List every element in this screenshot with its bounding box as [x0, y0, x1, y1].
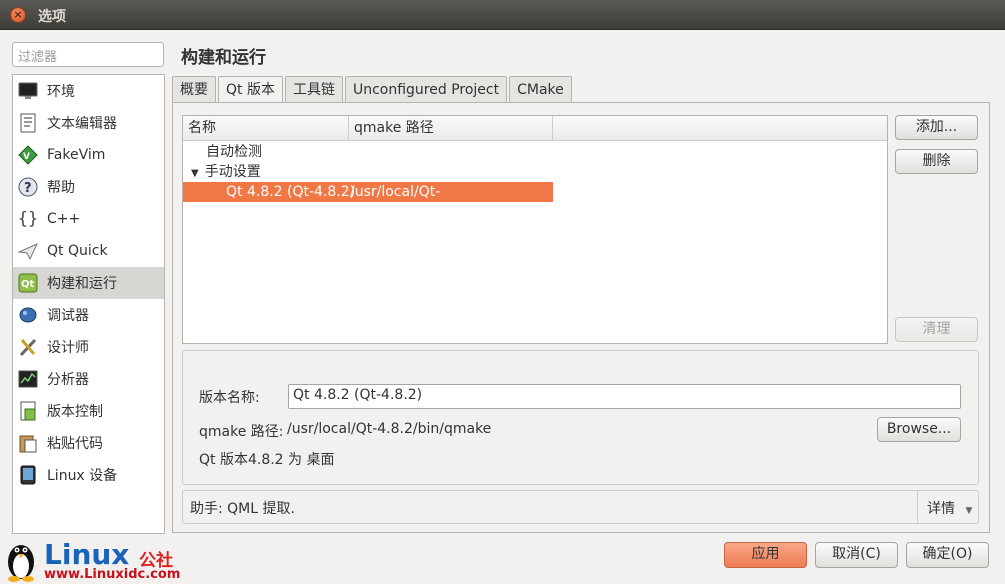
- category-item-version-control[interactable]: 版本控制: [13, 395, 164, 427]
- braces-icon: {}: [17, 209, 39, 229]
- tab-toolchains[interactable]: 工具链: [284, 76, 343, 103]
- qt-version-tree[interactable]: 名称 qmake 路径 自动检测 ▼ 手动设置 Qt 4.8.2 (Qt-4.8.…: [182, 115, 888, 344]
- apply-button[interactable]: 应用: [724, 542, 807, 568]
- helper-panel: [182, 490, 979, 524]
- category-label: 粘贴代码: [47, 436, 103, 452]
- design-tools-icon: [17, 336, 39, 358]
- filter-input[interactable]: 过滤器: [12, 42, 164, 67]
- bug-icon: [17, 304, 39, 326]
- svg-text:V: V: [23, 152, 30, 162]
- text-document-icon: [17, 112, 39, 134]
- help-icon: ?: [17, 176, 39, 198]
- category-item-fakevim[interactable]: V FakeVim: [13, 139, 164, 171]
- helper-divider: [917, 491, 918, 523]
- category-item-analyzer[interactable]: 分析器: [13, 363, 164, 395]
- tab-qt-versions[interactable]: Qt 版本: [218, 76, 283, 104]
- svg-text:Qt: Qt: [21, 279, 35, 290]
- tree-group-auto-detected[interactable]: 自动检测: [206, 142, 262, 162]
- helper-text: 助手: QML 提取.: [190, 501, 295, 517]
- details-toggle[interactable]: 详情 ▼: [927, 498, 972, 518]
- category-label: 分析器: [47, 372, 89, 388]
- expand-arrow-icon[interactable]: ▼: [191, 168, 199, 179]
- remove-button[interactable]: 删除: [895, 149, 978, 174]
- clean-button[interactable]: 清理: [895, 317, 978, 342]
- category-item-environment[interactable]: 环境: [13, 75, 164, 107]
- version-control-icon: [17, 400, 39, 422]
- category-item-code-paster[interactable]: 粘贴代码: [13, 427, 164, 459]
- category-item-text-editor[interactable]: 文本编辑器: [13, 107, 164, 139]
- tree-group-manual[interactable]: ▼ 手动设置: [191, 162, 261, 182]
- category-item-debugger[interactable]: 调试器: [13, 299, 164, 331]
- monitor-icon: [17, 80, 39, 102]
- cancel-button[interactable]: 取消(C): [815, 542, 898, 568]
- device-icon: [17, 464, 39, 486]
- watermark-logo: Linux 公社 www.Linuxidc.com: [4, 536, 189, 584]
- category-item-qt-quick[interactable]: Qt Quick: [13, 235, 164, 267]
- version-info-text: Qt 版本4.8.2 为 桌面: [199, 452, 335, 468]
- category-item-help[interactable]: ? 帮助: [13, 171, 164, 203]
- category-item-cpp[interactable]: {} C++: [13, 203, 164, 235]
- details-toggle-label: 详情: [927, 501, 955, 517]
- version-name-label: 版本名称:: [199, 390, 260, 406]
- category-label: 帮助: [47, 180, 75, 196]
- version-name-input[interactable]: Qt 4.8.2 (Qt-4.8.2): [288, 384, 961, 409]
- tree-row-selected[interactable]: Qt 4.8.2 (Qt-4.8.2) /usr/local/Qt-4.8.2/…: [183, 182, 553, 220]
- close-icon[interactable]: ×: [10, 7, 26, 23]
- qt-version-qmake-path: /usr/local/Qt-4.8.2/bin/qmake: [350, 184, 465, 220]
- tab-overview[interactable]: 概要: [172, 76, 216, 103]
- title-bar: × 选项: [0, 0, 1005, 30]
- category-item-designer[interactable]: 设计师: [13, 331, 164, 363]
- tux-penguin-icon: [8, 545, 34, 582]
- category-item-build-run[interactable]: Qt 构建和运行: [13, 267, 164, 299]
- analyzer-icon: [17, 368, 39, 390]
- page-title: 构建和运行: [181, 48, 266, 68]
- svg-text:?: ?: [24, 181, 32, 196]
- tab-unconfigured-project[interactable]: Unconfigured Project: [344, 76, 508, 103]
- tree-group-label: 手动设置: [204, 164, 261, 180]
- category-item-linux-device[interactable]: Linux 设备: [13, 459, 164, 491]
- qmake-path-value: /usr/local/Qt-4.8.2/bin/qmake: [287, 421, 492, 437]
- chevron-down-icon: ▼: [965, 506, 973, 516]
- tab-bar: 概要 Qt 版本 工具链 Unconfigured Project CMake: [172, 76, 574, 104]
- column-header-name[interactable]: 名称: [183, 116, 349, 141]
- column-header-qmake-path[interactable]: qmake 路径: [349, 116, 553, 141]
- qt-version-name: Qt 4.8.2 (Qt-4.8.2): [226, 184, 356, 200]
- browse-button[interactable]: Browse...: [877, 417, 961, 442]
- add-button[interactable]: 添加...: [895, 115, 978, 140]
- category-label: 设计师: [47, 340, 89, 356]
- watermark-url: www.Linuxidc.com: [44, 567, 181, 582]
- category-list: 环境 文本编辑器 V FakeVim ? 帮助 {} C++ Qt Quick …: [12, 74, 165, 534]
- qt-build-icon: Qt: [17, 272, 39, 294]
- paste-icon: [17, 432, 39, 454]
- tab-cmake[interactable]: CMake: [509, 76, 572, 103]
- category-label: 构建和运行: [47, 276, 117, 292]
- category-label: FakeVim: [47, 147, 106, 163]
- paper-plane-icon: [17, 240, 39, 262]
- category-label: 版本控制: [47, 404, 103, 420]
- ok-button[interactable]: 确定(O): [906, 542, 989, 568]
- category-label: Qt Quick: [47, 243, 108, 259]
- fakevim-icon: V: [17, 144, 39, 166]
- category-label: Linux 设备: [47, 468, 118, 484]
- window-title: 选项: [38, 9, 66, 25]
- category-label: 调试器: [47, 308, 89, 324]
- category-label: 环境: [47, 84, 75, 100]
- category-label: 文本编辑器: [47, 116, 117, 132]
- qmake-path-label: qmake 路径:: [199, 424, 284, 440]
- category-label: C++: [47, 211, 81, 227]
- tree-header: 名称 qmake 路径: [183, 116, 887, 141]
